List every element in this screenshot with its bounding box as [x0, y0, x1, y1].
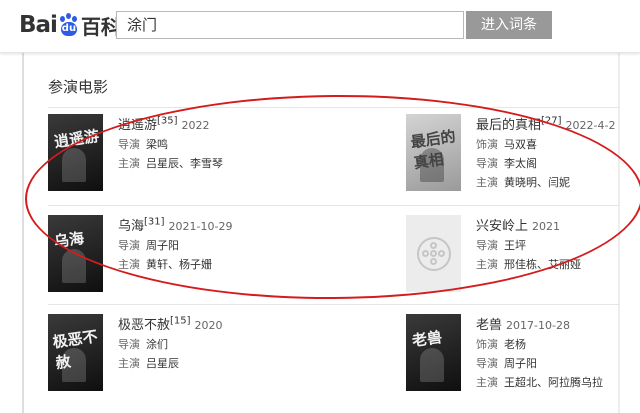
poster-figure: [420, 348, 444, 382]
row-divider: [48, 304, 620, 305]
movie-poster[interactable]: 老兽: [406, 314, 461, 391]
credit-row: 主演 吕星辰、李雪琴: [118, 155, 223, 171]
credit-row: 导演 周子阳: [118, 237, 179, 253]
movie-poster[interactable]: 逍遥游: [48, 114, 103, 191]
release-date: 2021: [532, 220, 561, 233]
credit-row: 饰演 马双喜: [476, 136, 537, 152]
movie-title[interactable]: 逍遥游[35] 2022: [118, 114, 210, 133]
enter-entry-button[interactable]: 进入词条: [466, 11, 552, 39]
poster-title-text: 老兽: [410, 327, 444, 350]
movie-name[interactable]: 最后的真相: [476, 118, 541, 133]
credit-label: 主演: [476, 258, 498, 271]
credit-row: 主演 邢佳栋、艾丽娅: [476, 256, 581, 272]
movie-poster[interactable]: 乌海: [48, 215, 103, 292]
credit-label: 饰演: [476, 338, 498, 351]
release-date: 2021-10-29: [168, 220, 233, 233]
credit-value[interactable]: 王超北、阿拉腾乌拉: [504, 376, 603, 389]
credit-label: 主演: [118, 157, 140, 170]
credit-label: 主演: [476, 376, 498, 389]
credit-value[interactable]: 梁鸣: [146, 138, 168, 151]
search-input[interactable]: 涂门: [116, 11, 464, 39]
poster-title-text: 乌海: [52, 228, 86, 251]
movie-name[interactable]: 乌海: [118, 219, 144, 234]
credit-row: 导演 王坪: [476, 237, 526, 253]
release-date: 2022-4-2: [565, 119, 616, 132]
credit-label: 导演: [118, 138, 140, 151]
logo-suffix: 百科: [80, 14, 121, 39]
poster-title-text: 最后的真相: [409, 127, 457, 173]
citation-ref[interactable]: [15]: [170, 316, 191, 327]
credit-label: 导演: [476, 239, 498, 252]
credit-row: 主演 黄晓明、闫妮: [476, 174, 570, 190]
credit-value[interactable]: 老杨: [504, 338, 526, 351]
credit-row: 导演 梁鸣: [118, 136, 168, 152]
movie-poster[interactable]: 最后的真相: [406, 114, 461, 191]
credit-row: 主演 吕星辰: [118, 355, 179, 371]
credit-label: 导演: [118, 338, 140, 351]
movie-poster[interactable]: 极恶不赦: [48, 314, 103, 391]
credit-value[interactable]: 涂们: [146, 338, 168, 351]
credit-row: 导演 李太阁: [476, 155, 537, 171]
row-divider: [48, 107, 620, 108]
release-date: 2022: [181, 119, 210, 132]
movie-title[interactable]: 老兽 2017-10-28: [476, 314, 570, 333]
citation-ref[interactable]: [27]: [541, 116, 562, 127]
poster-figure: [62, 148, 86, 182]
movie-poster-placeholder[interactable]: [406, 215, 461, 292]
movie-title[interactable]: 兴安岭上 2021: [476, 215, 560, 234]
reel-hole: [421, 249, 429, 257]
logo-prefix: Bai: [19, 12, 58, 38]
credit-value[interactable]: 王坪: [504, 239, 526, 252]
credit-value[interactable]: 周子阳: [504, 357, 537, 370]
movie-title[interactable]: 最后的真相[27] 2022-4-2: [476, 114, 615, 133]
top-bar: Bai du 百科 涂门 进入词条: [0, 0, 640, 53]
credit-label: 导演: [476, 357, 498, 370]
credit-value[interactable]: 吕星辰: [146, 357, 179, 370]
credit-value[interactable]: 黄轩、杨子姗: [146, 258, 212, 271]
credit-value[interactable]: 马双喜: [504, 138, 537, 151]
credit-label: 主演: [118, 357, 140, 370]
credit-value[interactable]: 吕星辰、李雪琴: [146, 157, 223, 170]
left-border: [22, 53, 24, 413]
credit-row: 主演 黄轩、杨子姗: [118, 256, 212, 272]
row-divider: [48, 205, 620, 206]
section-subtitle: 参演电影: [48, 78, 109, 96]
reel-hole: [429, 257, 437, 265]
credit-label: 主演: [476, 176, 498, 189]
movie-title[interactable]: 极恶不赦[15] 2020: [118, 314, 223, 333]
credit-value[interactable]: 周子阳: [146, 239, 179, 252]
poster-title-text: 极恶不赦: [51, 327, 99, 373]
credit-row: 导演 涂们: [118, 336, 168, 352]
movie-name[interactable]: 老兽: [476, 318, 502, 333]
credit-row: 主演 王超北、阿拉腾乌拉: [476, 374, 603, 390]
credit-label: 导演: [118, 239, 140, 252]
paw-icon: du: [58, 13, 80, 37]
credit-value[interactable]: 李太阁: [504, 157, 537, 170]
logo-paw-text: du: [60, 22, 77, 36]
reel-hole: [437, 249, 445, 257]
credit-row: 饰演 老杨: [476, 336, 526, 352]
credit-label: 导演: [476, 157, 498, 170]
credit-row: 导演 周子阳: [476, 355, 537, 371]
reel-hole: [429, 249, 437, 257]
citation-ref[interactable]: [31]: [144, 217, 165, 228]
poster-figure: [62, 249, 86, 283]
reel-hole: [429, 241, 437, 249]
credit-value[interactable]: 邢佳栋、艾丽娅: [504, 258, 581, 271]
movie-title[interactable]: 乌海[31] 2021-10-29: [118, 215, 232, 234]
release-date: 2020: [194, 319, 223, 332]
poster-title-text: 逍遥游: [53, 126, 101, 152]
baidu-baike-logo[interactable]: Bai du 百科: [19, 8, 121, 42]
release-date: 2017-10-28: [506, 319, 570, 332]
film-reel-icon: [416, 236, 451, 271]
credit-value[interactable]: 黄晓明、闫妮: [504, 176, 570, 189]
citation-ref[interactable]: [35]: [157, 116, 178, 127]
credit-label: 饰演: [476, 138, 498, 151]
credit-label: 主演: [118, 258, 140, 271]
movie-name[interactable]: 逍遥游: [118, 118, 157, 133]
movie-name[interactable]: 极恶不赦: [118, 318, 170, 333]
movie-name[interactable]: 兴安岭上: [476, 219, 528, 234]
